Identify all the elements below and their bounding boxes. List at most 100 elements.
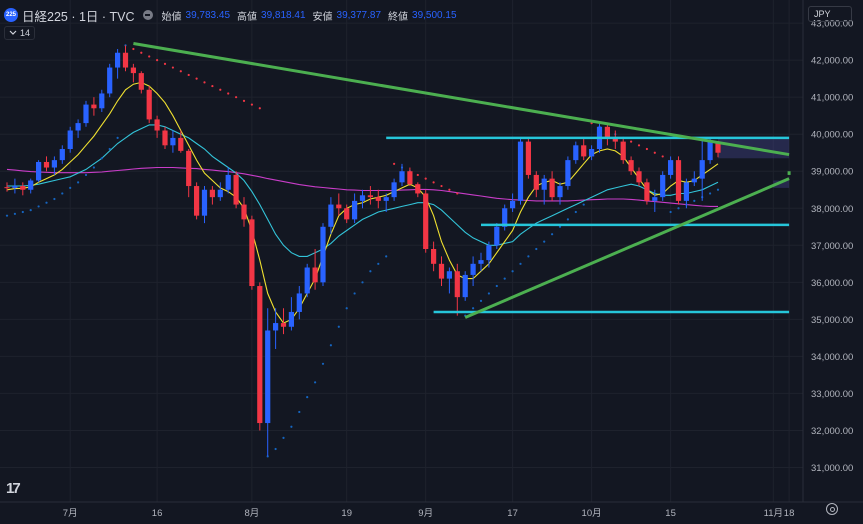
sar-dot [661,155,664,158]
candle-body [565,160,571,187]
sar-dot [235,96,238,99]
sar-dot [448,188,451,191]
sar-dot [630,140,633,143]
sar-dot [479,299,483,302]
candle-body [304,267,310,294]
candle-body [367,195,373,198]
candle-body [470,263,476,275]
sar-dot [242,99,246,102]
currency-button[interactable]: JPY [808,6,852,22]
candle-body [486,245,492,261]
sar-dot [709,192,712,195]
price-tick-label: 36,000.00 [811,278,853,289]
sar-dot [61,192,64,195]
close-value: 39,500.15 [412,9,457,21]
price-tick-label: 40,000.00 [811,130,853,141]
price-tick-label: 31,000.00 [811,463,853,474]
candle-body [194,186,200,216]
candle-body [462,274,468,298]
sar-dot [298,410,301,414]
sar-dot [211,84,214,88]
candle-body [201,189,208,216]
candle-body [130,67,136,74]
candle-body [51,160,57,168]
candle-body [233,174,239,205]
candle-body [344,208,350,220]
candle-body [628,160,634,172]
time-axis: 7月 16 8月 19 9月 17 10月 15 11月 18 [0,501,863,519]
sar-dot [148,55,151,58]
candle-body [20,186,26,190]
sar-dot [290,425,293,428]
price-chart[interactable]: 31,000.00 32,000.00 33,000.00 34,000.00 35,0… [0,0,863,524]
candle-body [636,171,642,183]
parabolic-sar [5,44,720,458]
sar-dot [171,66,174,69]
open-value: 39,783.45 [185,9,231,21]
sar-dot [179,70,182,73]
sar-dot [527,255,530,258]
sar-dot [45,201,48,204]
sar-dot [519,262,522,265]
time-tick-label: 17 [507,508,518,519]
candle-body [517,141,524,201]
sar-dot [337,325,340,328]
candle-body [533,174,539,190]
candle-body [257,286,263,424]
sar-dot [495,284,498,288]
candle-body [36,161,42,181]
candle-body [573,145,579,161]
sar-dot [282,436,285,439]
price-axis: 31,000.00 32,000.00 33,000.00 34,000.00 35,0… [802,0,853,502]
candle-body [83,104,89,124]
symbol-icon[interactable]: 225 [4,8,18,22]
symbol-title[interactable]: 日経225 · 1日 · TVC [22,6,135,25]
candle-body [186,150,192,187]
settings-icon[interactable] [826,503,838,515]
sar-dot [13,212,16,215]
time-tick-label: 8月 [245,508,260,519]
low-value: 39,377.87 [336,9,382,21]
candle-body [146,89,152,120]
candle-body [209,189,215,198]
sar-dot [156,59,159,62]
sar-dot [716,188,720,191]
candle-body [707,141,713,161]
sar-dot [321,362,325,365]
time-tick-label: 9月 [418,508,433,519]
candle-body [178,137,184,151]
candle-body [273,323,279,331]
sar-dot [132,47,135,51]
open-label: 始値 [161,11,182,23]
candle-body [115,52,121,68]
time-tick-label: 15 [665,508,676,519]
candle-body [99,93,105,109]
candle-body [162,130,168,146]
candle-body [91,104,97,109]
sar-dot [29,209,32,212]
candle-body [217,189,223,198]
sar-dot [108,147,111,151]
sar-dot [258,107,261,110]
sar-dot [140,51,143,54]
candle-body [620,141,626,161]
tradingview-logo-icon[interactable]: 17 [6,480,21,497]
candle-body [407,171,413,185]
candle-body [668,160,674,175]
sar-dot [393,162,396,165]
sar-dot [69,186,72,189]
market-status-icon [142,10,153,20]
low-label: 安値 [312,11,333,23]
candle-body [660,174,666,198]
time-tick-label: 18 [784,508,795,519]
indicator-toggle[interactable]: 14 [4,26,36,40]
sar-dot [551,233,554,236]
candle-body [4,187,10,189]
high-label: 高値 [237,11,258,23]
candle-body [431,249,437,264]
candle-body [510,200,516,209]
sar-dot [377,262,380,265]
time-tick-label: 7月 [63,508,78,519]
candle-body [691,178,697,183]
candle-body [225,174,231,190]
